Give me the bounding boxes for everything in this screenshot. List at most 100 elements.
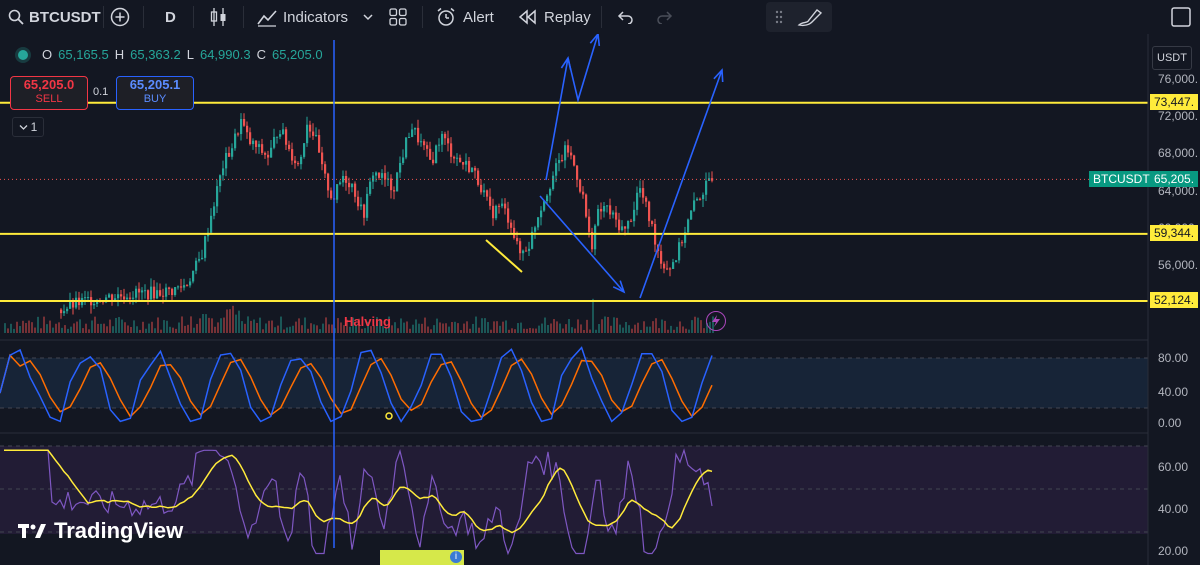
candle-body [294, 160, 297, 164]
candle-body [150, 286, 153, 300]
volume-bar [238, 310, 240, 333]
candle-body [648, 201, 651, 222]
candle-body [369, 181, 372, 194]
redo-button[interactable] [655, 0, 673, 34]
candle-body [585, 194, 588, 217]
candle-body [480, 184, 483, 193]
undo-button[interactable] [617, 0, 635, 34]
tradingview-logo-icon [18, 524, 46, 538]
candle-body [297, 163, 300, 165]
volume-bar [283, 329, 285, 333]
volume-bar [646, 326, 648, 333]
candle-body [693, 200, 696, 211]
indicators-button[interactable]: Indicators [257, 0, 348, 34]
candle-body [690, 210, 693, 220]
layouts-button[interactable] [389, 0, 407, 34]
volume-bar [130, 326, 132, 333]
volume-bar [616, 317, 618, 333]
candle-body [651, 221, 654, 224]
volume-bar [121, 319, 123, 333]
candle-body [291, 149, 294, 161]
toolbar-divider [193, 6, 194, 28]
sell-price: 65,205.0 [23, 77, 75, 92]
candle-body [234, 133, 237, 149]
volume-bar [139, 329, 141, 333]
volume-bar [676, 326, 678, 333]
templates-dropdown-button[interactable] [362, 0, 374, 34]
volume-bar [397, 328, 399, 333]
volume-bar [223, 317, 225, 333]
volume-bar [571, 327, 573, 333]
volume-bar [289, 326, 291, 333]
drawing-toolbar[interactable] [766, 2, 832, 32]
candle-body [201, 257, 204, 260]
alarm-clock-icon [437, 7, 455, 26]
legend-collapse-button[interactable]: 1 [12, 117, 44, 137]
candle-body [351, 183, 354, 188]
volume-bar [55, 323, 57, 333]
candle-body [180, 286, 183, 288]
candle-body [129, 297, 132, 299]
info-icon[interactable]: i [450, 551, 462, 563]
drag-handle-icon [775, 10, 783, 24]
lightning-icon [712, 315, 720, 327]
candle-body [117, 294, 120, 299]
volume-bar [103, 323, 105, 333]
candle-body [393, 190, 396, 192]
volume-bar [499, 325, 501, 333]
symbol-search-button[interactable]: BTCUSDT [8, 0, 101, 34]
candle-body [270, 147, 273, 158]
candle-body [126, 297, 129, 300]
candle-body [390, 178, 393, 191]
indicators-label: Indicators [283, 8, 349, 26]
sell-button[interactable]: 65,205.0 SELL [10, 76, 88, 110]
candle-body [630, 220, 633, 222]
candle-body [408, 136, 411, 138]
volume-bar [424, 317, 426, 333]
volume-bar [205, 314, 207, 333]
volume-bar [214, 326, 216, 333]
volume-bar [235, 314, 237, 333]
interval-button[interactable]: D [165, 0, 176, 34]
alert-button[interactable]: Alert [436, 0, 494, 34]
chart-type-button[interactable] [210, 0, 228, 34]
volume-bar [58, 322, 60, 333]
volume-bar [505, 320, 507, 333]
candle-body [606, 205, 609, 207]
compare-button[interactable] [110, 0, 130, 34]
candle-body [636, 192, 639, 210]
candle-body [597, 208, 600, 226]
volume-bar [655, 318, 657, 333]
event-marker[interactable] [706, 311, 726, 331]
volume-bar [583, 329, 585, 333]
candle-body [372, 175, 375, 182]
candle-body [357, 196, 360, 207]
candle-body [489, 196, 492, 206]
volume-bar [220, 318, 222, 333]
volume-bar [85, 323, 87, 333]
candle-body [267, 154, 270, 158]
volume-bar [340, 322, 342, 333]
candle-body [600, 208, 603, 212]
buy-button[interactable]: 65,205.1 BUY [116, 76, 194, 110]
candle-body [318, 135, 321, 153]
open-value: 65,165.5 [58, 47, 109, 62]
candle-body [567, 145, 570, 153]
indicators-icon [257, 10, 277, 27]
candle-body [477, 170, 480, 185]
price-chart[interactable] [0, 34, 1200, 565]
candle-body [216, 186, 219, 207]
fullscreen-button[interactable] [1171, 0, 1191, 34]
candle-body [363, 204, 366, 218]
volume-bar [406, 321, 408, 333]
candle-body [609, 205, 612, 215]
volume-bar [664, 320, 666, 333]
volume-bar [37, 316, 39, 333]
volume-bar [691, 320, 693, 333]
candle-body [165, 287, 168, 297]
currency-button[interactable]: USDT [1152, 46, 1192, 70]
volume-bar [277, 325, 279, 333]
replay-button[interactable]: Replay [518, 0, 591, 34]
volume-bar [493, 321, 495, 333]
candle-body [435, 145, 438, 164]
